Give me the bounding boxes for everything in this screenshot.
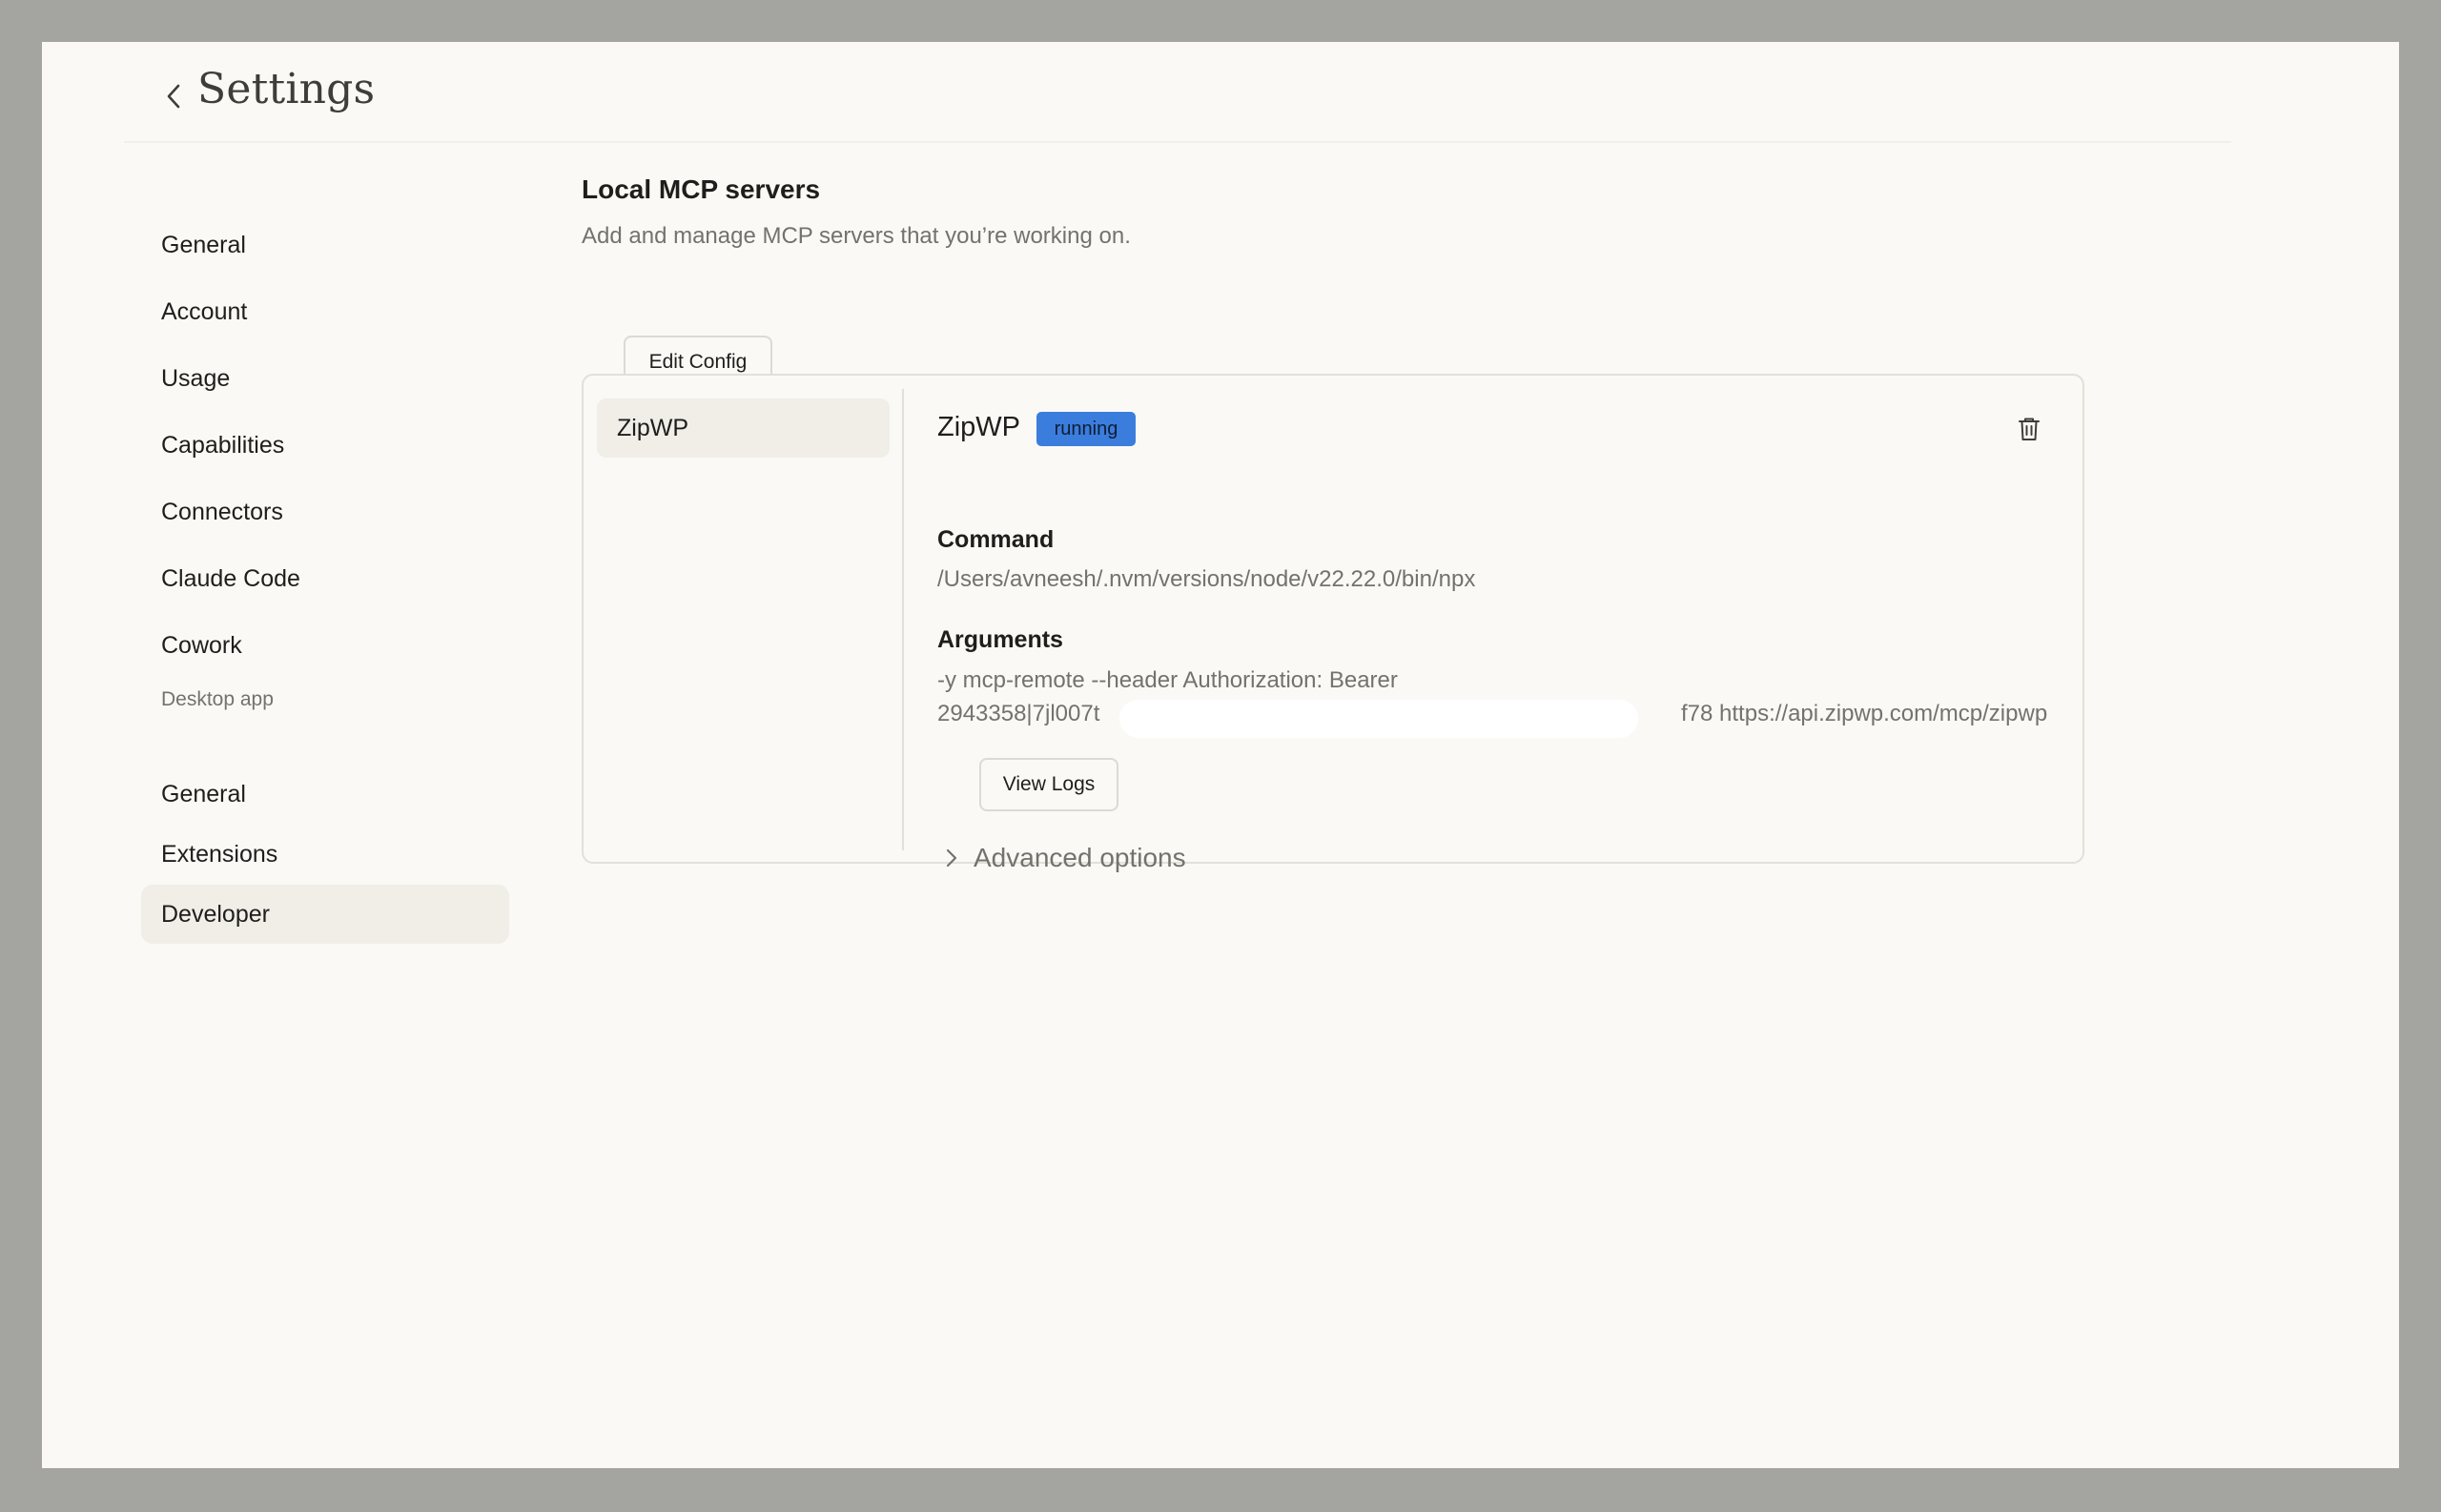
sidebar-item-label: Extensions [161,840,278,868]
sidebar-item-label: Capabilities [161,431,285,459]
sidebar-section-desktop-app: Desktop app [161,688,274,710]
sidebar-item-label: Account [161,297,248,325]
trash-icon [2019,418,2040,440]
sidebar-item-general[interactable]: General [141,215,509,275]
header-divider [124,141,2231,143]
server-list-item-label: ZipWP [617,414,688,441]
advanced-options-label: Advanced options [974,843,1186,872]
sidebar-item-label: Developer [161,900,270,928]
delete-server-button[interactable] [2010,410,2048,448]
arguments-line-2-end: f78 https://api.zipwp.com/mcp/zipwp [1681,701,2048,726]
sidebar-item-capabilities[interactable]: Capabilities [141,416,509,475]
page-title: Settings [197,65,376,113]
sidebar-item-label: Cowork [161,631,242,659]
server-title: ZipWP [937,412,1020,442]
sidebar-item-connectors[interactable]: Connectors [141,482,509,541]
chevron-left-icon [167,84,180,109]
status-badge: running [1036,412,1136,446]
sidebar-item-label: General [161,231,246,258]
sidebar-item-label: Usage [161,364,231,392]
command-value: /Users/avneesh/.nvm/versions/node/v22.22… [937,566,1476,592]
advanced-options-toggle[interactable]: Advanced options [937,839,1186,877]
sidebar-item-label: General [161,780,246,807]
sidebar-item-label: Connectors [161,498,283,525]
sidebar-item-label: Claude Code [161,564,300,592]
arguments-line-1: -y mcp-remote --header Authorization: Be… [937,667,1398,693]
arguments-line-2-start: 2943358|7jl007t [937,701,1100,726]
back-button[interactable] [160,74,189,118]
section-subtitle: Add and manage MCP servers that you’re w… [582,223,1131,249]
sidebar-item-claude-code[interactable]: Claude Code [141,549,509,608]
command-label: Command [937,526,1055,553]
card-divider [902,389,904,850]
chevron-right-icon [937,844,966,872]
sidebar-item-account[interactable]: Account [141,282,509,341]
sidebar-item-cowork[interactable]: Cowork [141,616,509,675]
sidebar-item-developer[interactable]: Developer [141,885,509,944]
server-list-item[interactable]: ZipWP [597,398,890,458]
arguments-label: Arguments [937,626,1063,653]
view-logs-button[interactable]: View Logs [979,758,1118,811]
redaction-overlay [1119,700,1638,738]
sidebar-item-extensions[interactable]: Extensions [141,825,509,884]
section-heading: Local MCP servers [582,174,821,204]
sidebar-item-desktop-general[interactable]: General [141,765,509,824]
sidebar-item-usage[interactable]: Usage [141,349,509,408]
